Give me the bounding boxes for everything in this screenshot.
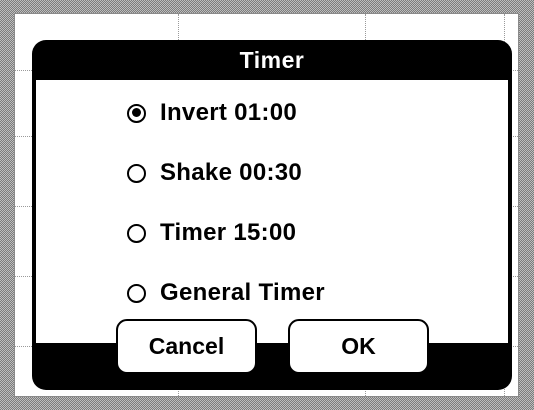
option-shake[interactable]: Shake 00:30 [127,153,302,193]
radio-unselected-icon[interactable] [127,283,146,303]
dialog-title: Timer [239,47,305,73]
option-label: Invert 01:00 [160,99,298,126]
ok-button[interactable]: OK [288,319,429,374]
cancel-button[interactable]: Cancel [116,319,257,374]
option-invert[interactable]: Invert 01:00 [127,93,297,133]
option-label: Timer 15:00 [160,219,297,246]
option-label: Shake 00:30 [160,159,303,186]
radio-unselected-icon[interactable] [127,163,146,183]
radio-selected-icon[interactable] [127,103,146,123]
option-timer[interactable]: Timer 15:00 [127,213,296,253]
dialog-footer [36,343,508,383]
option-label: General Timer [160,279,325,306]
timer-dialog: Timer Invert 01:00 Shake 00:30 Timer 15:… [32,40,512,390]
option-general-timer[interactable]: General Timer [127,273,325,313]
radio-unselected-icon[interactable] [127,223,146,243]
